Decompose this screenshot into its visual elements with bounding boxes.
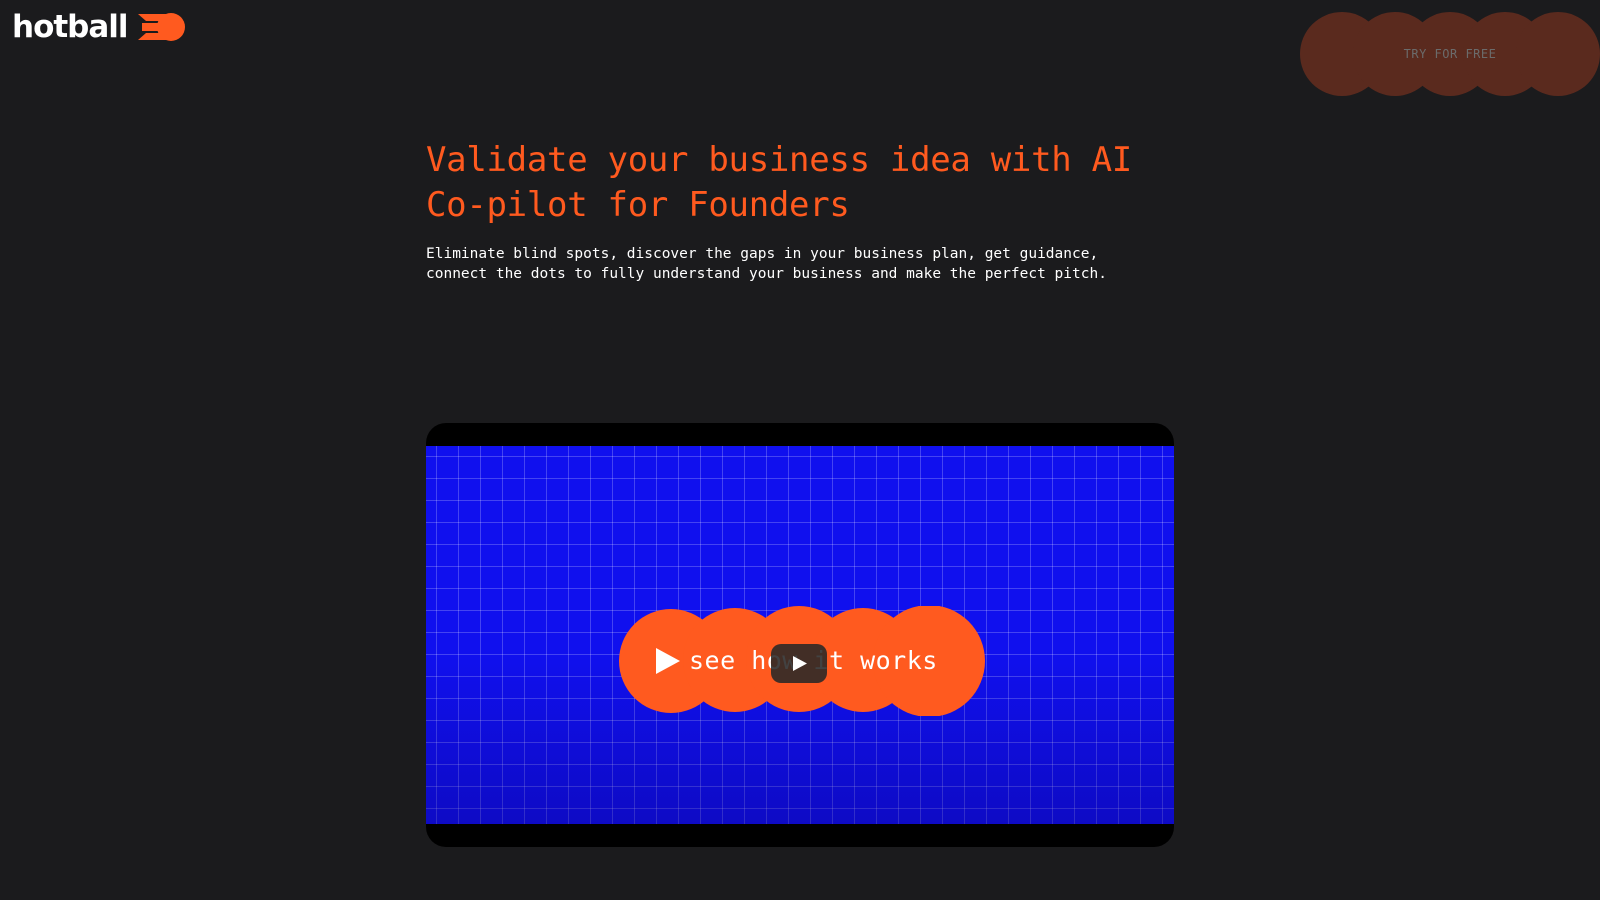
try-for-free-button[interactable]: TRY FOR FREE (1300, 12, 1600, 96)
hero-section: Validate your business idea with AI Co-p… (426, 138, 1186, 284)
brand-name: hotball (12, 9, 129, 45)
video-player[interactable]: see how it works (426, 423, 1174, 847)
hero-subtitle: Eliminate blind spots, discover the gaps… (426, 246, 1107, 282)
landing-page: hotball TRY FOR FREE Validate your busin… (0, 0, 1600, 900)
try-for-free-label: TRY FOR FREE (1403, 47, 1497, 61)
play-icon (793, 656, 807, 671)
flame-ball-logo-icon (135, 13, 185, 41)
video-screen[interactable]: see how it works (426, 446, 1174, 824)
see-how-it-works-button[interactable]: see how it works (619, 606, 989, 716)
hero-title: Validate your business idea with AI Co-p… (426, 140, 1132, 225)
brand-logo[interactable]: hotball (12, 8, 186, 46)
play-triangle-icon (656, 648, 680, 674)
video-play-button[interactable] (771, 644, 827, 683)
